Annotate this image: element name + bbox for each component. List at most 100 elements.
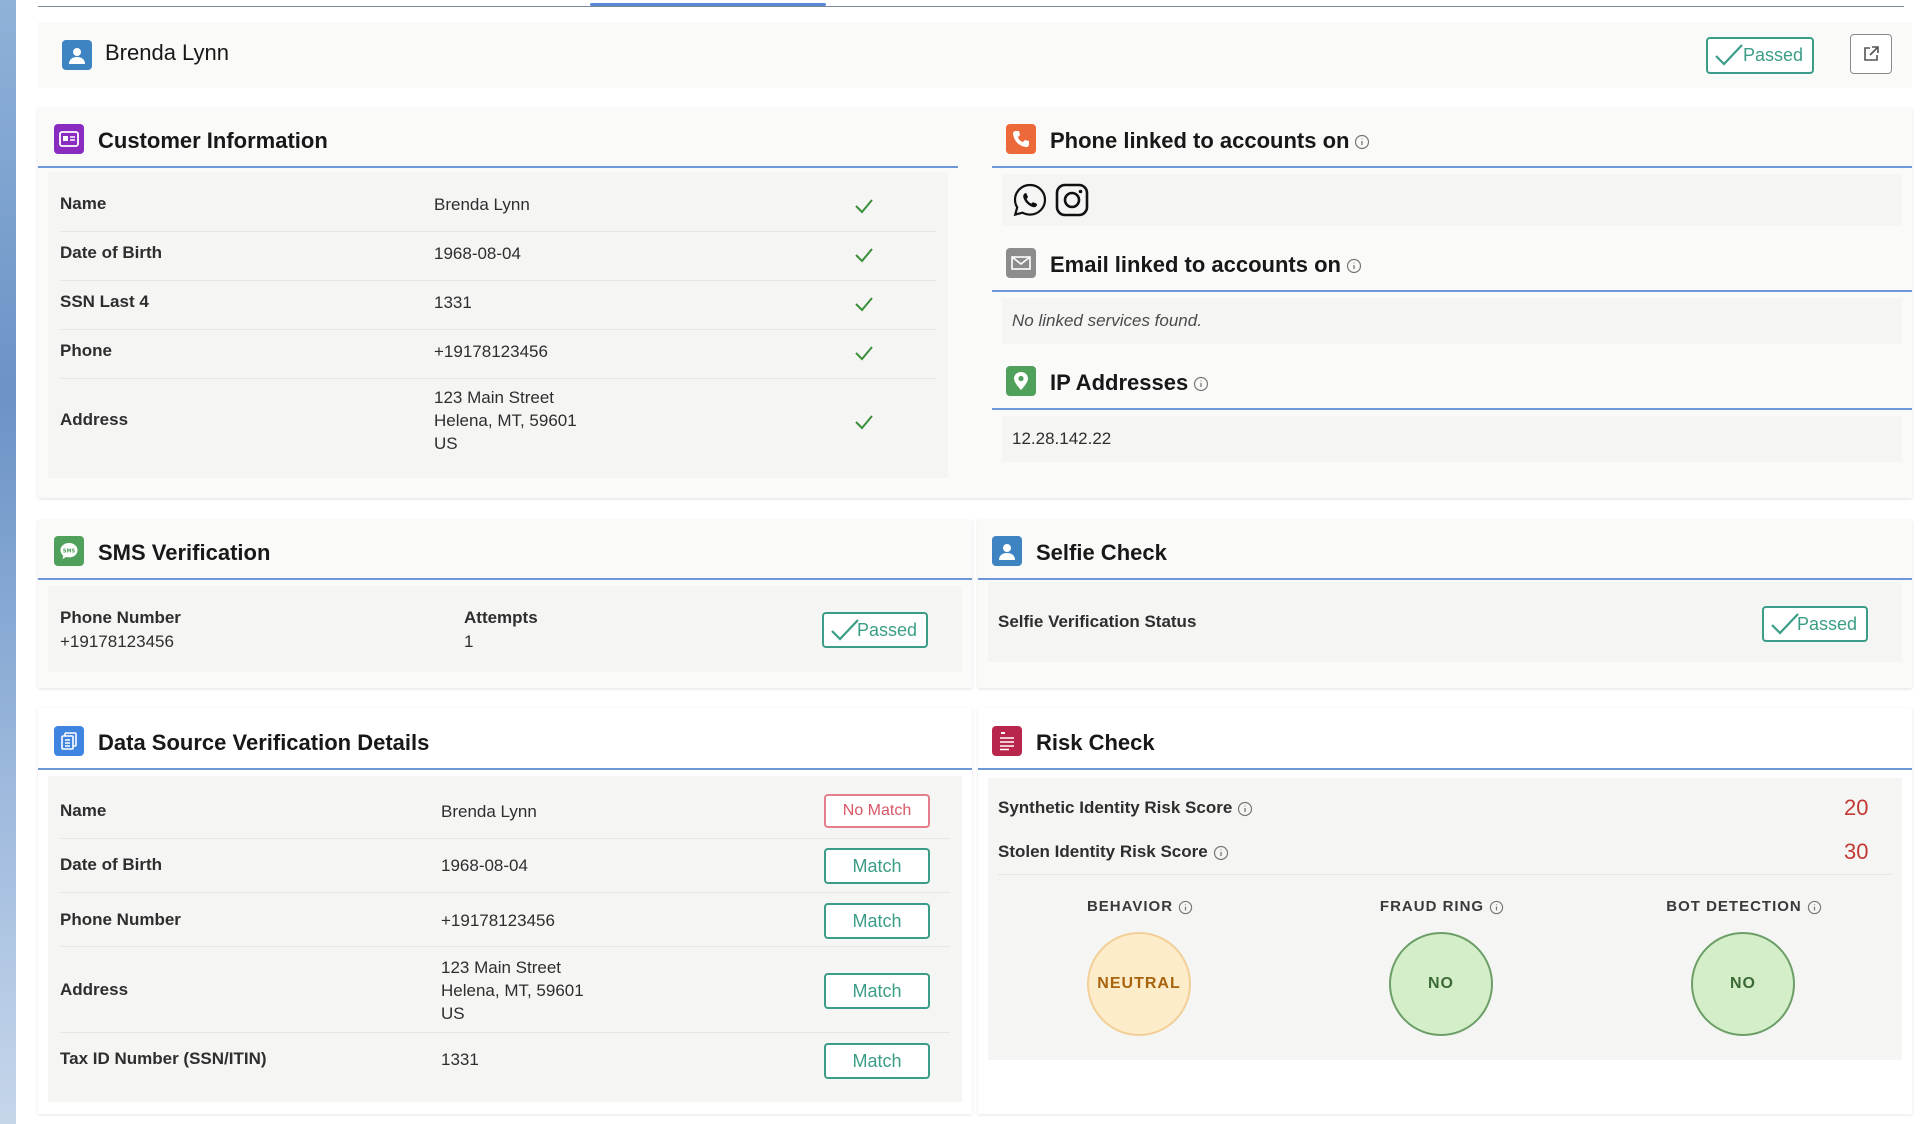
row-value-line: US [434,434,458,453]
bot-detection-indicator: NO [1691,932,1795,1036]
row-value-line: Helena, MT, 59601 [434,411,577,430]
check-icon [855,248,873,263]
ip-addresses-title-text: IP Addresses [1050,370,1189,395]
row-value-line: 123 Main Street [434,388,555,407]
check-icon [855,297,873,312]
stolen-identity-score: 30 [1844,839,1869,864]
phone-linked-title: Phone linked to accounts on [1050,128,1370,154]
info-icon[interactable] [1346,258,1362,274]
row-divider [60,946,950,947]
data-source-verification-card: Data Source Verification Details Name Br… [38,708,972,1114]
phone-linked-title-text: Phone linked to accounts on [1050,128,1350,153]
info-icon[interactable] [1237,801,1253,817]
selfie-check-card: Selfie Check Selfie Verification Status … [978,520,1912,688]
row-divider [60,892,950,893]
section-underline [992,290,1912,292]
svg-text:SMS: SMS [63,549,76,555]
row-value-line: US [441,1004,465,1023]
row-label: Name [60,801,107,820]
risk-check-details: Synthetic Identity Risk Score 20 Stolen … [988,778,1902,1060]
row-label: Address [60,980,129,999]
customer-info-table: Name Brenda Lynn Date of Birth 1968-08-0… [48,172,948,478]
section-underline [38,768,972,770]
row-label: Name [60,194,107,213]
stolen-identity-label: Stolen Identity Risk Score [998,842,1229,862]
sms-status-badge: Passed [822,612,928,648]
row-value: Brenda Lynn [434,195,530,214]
profile-header: Brenda Lynn Passed [38,22,1912,88]
external-link-icon [1864,46,1879,61]
tab-bar-divider [38,6,1904,7]
info-icon[interactable] [1354,134,1370,150]
check-icon [831,619,859,641]
user-icon [992,536,1022,566]
sms-verification-title: SMS Verification [98,540,271,565]
row-label: Date of Birth [60,855,162,874]
row-label: SSN Last 4 [60,292,149,311]
info-icon[interactable] [1213,845,1229,861]
behavior-label-text: BEHAVIOR [1086,898,1174,915]
row-divider [60,838,950,839]
data-source-table: Name Brenda Lynn No Match Date of Birth … [48,776,962,1102]
selfie-check-details: Selfie Verification Status Passed [988,582,1902,662]
synthetic-identity-label: Synthetic Identity Risk Score [998,798,1253,818]
id-card-icon [54,124,84,154]
row-divider [60,329,936,330]
phone-icon [1006,124,1036,154]
row-value: 1331 [441,1050,479,1069]
behavior-indicator: NEUTRAL [1087,932,1191,1036]
section-underline [38,578,972,580]
selfie-check-title: Selfie Check [1036,540,1167,565]
location-pin-icon [1006,366,1036,396]
phone-linked-services [1002,174,1902,226]
synthetic-identity-score: 20 [1844,795,1869,820]
row-value-line: 123 Main Street [441,958,562,977]
selfie-status-text: Passed [1796,613,1857,634]
email-linked-title-text: Email linked to accounts on [1050,252,1341,277]
active-tab-indicator[interactable] [590,3,826,6]
ip-addresses-title: IP Addresses [1050,370,1209,396]
row-divider [60,231,936,232]
email-linked-title: Email linked to accounts on [1050,252,1362,278]
row-divider [998,874,1892,875]
info-icon[interactable] [1193,376,1209,392]
data-source-title: Data Source Verification Details [98,730,430,755]
check-icon [855,346,873,361]
row-divider [60,1032,950,1033]
behavior-label: BEHAVIOR [1040,898,1240,915]
bot-detection-label-text: BOT DETECTION [1666,898,1802,915]
row-value-line: Helena, MT, 59601 [441,981,584,1000]
user-icon [62,40,92,70]
open-external-button[interactable] [1850,34,1892,74]
attempts-label: Attempts [464,608,538,627]
overall-status-text: Passed [1742,45,1803,65]
row-value: Brenda Lynn [441,802,537,821]
ip-address-value: 12.28.142.22 [1012,429,1112,448]
sms-verification-card: SMS SMS Verification Phone Number +19178… [38,520,972,688]
no-linked-services-text: No linked services found. [1012,311,1202,330]
ip-address-list: 12.28.142.22 [1002,416,1902,462]
overall-status-badge: Passed [1706,37,1814,74]
section-underline [978,578,1912,580]
selfie-status-badge: Passed [1762,606,1868,642]
result-badge-match: Match [824,903,930,939]
sms-icon: SMS [54,536,84,566]
check-icon [1715,44,1743,66]
attempts-value: 1 [464,632,474,651]
fraud-ring-indicator: NO [1389,932,1493,1036]
selfie-status-label: Selfie Verification Status [998,612,1197,631]
row-label: Phone Number [60,910,181,929]
phone-number-value: +19178123456 [60,632,174,651]
info-icon[interactable] [1807,900,1822,915]
row-value: +19178123456 [434,342,548,361]
row-value: 1331 [434,293,472,312]
result-badge-match: Match [824,848,930,884]
info-icon[interactable] [1489,900,1504,915]
result-badge-match: Match [824,1043,930,1079]
risk-list-icon [992,726,1022,756]
info-icon[interactable] [1178,900,1193,915]
fraud-ring-label-text: FRAUD RING [1379,898,1485,915]
sms-verification-details: Phone Number +19178123456 Attempts 1 Pas… [48,586,962,672]
result-badge-no-match: No Match [824,794,930,828]
check-icon [1771,613,1799,635]
